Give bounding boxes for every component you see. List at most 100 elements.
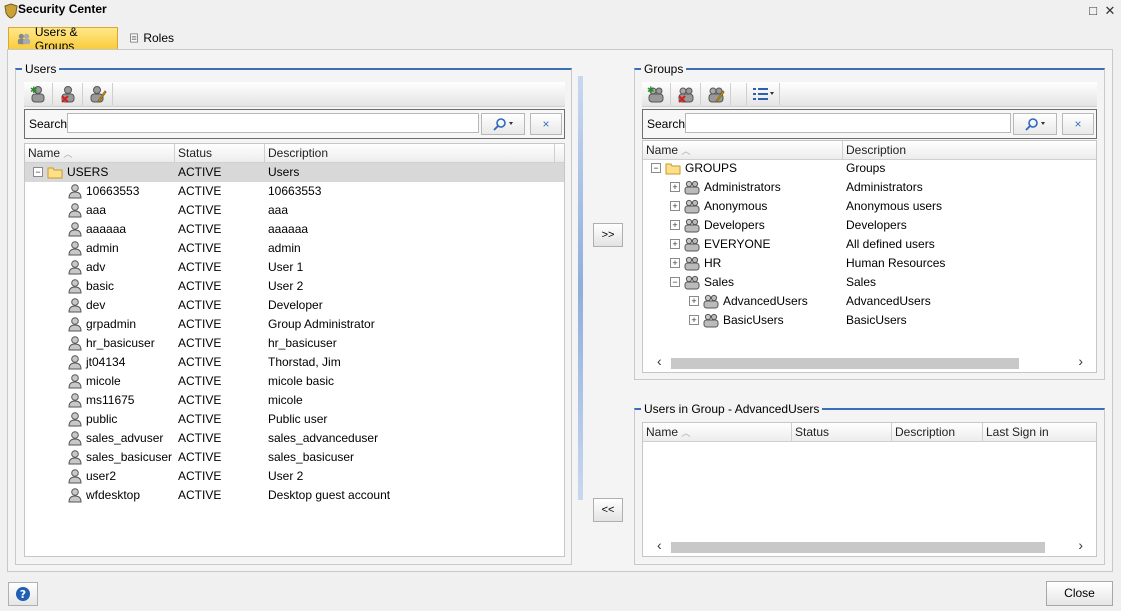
group-name: Sales xyxy=(704,275,735,289)
list-item[interactable]: + BasicUsers BasicUsers xyxy=(643,311,1096,330)
table-row[interactable]: sales_advuser ACTIVE sales_advanceduser xyxy=(25,429,564,448)
members-col-name[interactable]: Name ︿ xyxy=(643,423,792,441)
table-row[interactable]: jt04134 ACTIVE Thorstad, Jim xyxy=(25,353,564,372)
root-description: Users xyxy=(268,165,300,179)
groups-search-label: Search: xyxy=(647,117,689,131)
expand-icon[interactable]: + xyxy=(670,220,680,230)
members-horizontal-scrollbar[interactable]: ‹ › xyxy=(655,537,1085,555)
close-button[interactable]: Close xyxy=(1046,581,1113,606)
expand-icon[interactable]: + xyxy=(689,315,699,325)
users-search-input[interactable] xyxy=(67,113,479,133)
table-row[interactable]: dev ACTIVE Developer xyxy=(25,296,564,315)
users-grid-header: Name ︿ Status Description xyxy=(25,144,564,163)
list-item[interactable]: + AdvancedUsers AdvancedUsers xyxy=(643,292,1096,311)
delete-user-button[interactable] xyxy=(54,83,83,105)
edit-user-icon xyxy=(90,86,107,103)
group-name: Administrators xyxy=(704,180,781,194)
user-status: ACTIVE xyxy=(178,355,222,369)
add-user-button[interactable]: ✱ xyxy=(24,83,53,105)
edit-group-button[interactable] xyxy=(702,83,731,105)
table-row[interactable]: adv ACTIVE User 1 xyxy=(25,258,564,277)
table-row[interactable]: basic ACTIVE User 2 xyxy=(25,277,564,296)
table-row[interactable]: ms11675 ACTIVE micole xyxy=(25,391,564,410)
expand-icon[interactable]: + xyxy=(689,296,699,306)
user-name: user2 xyxy=(86,469,117,483)
groups-col-description[interactable]: Description xyxy=(843,141,1096,159)
groups-clear-search-button[interactable]: × xyxy=(1062,113,1094,135)
list-item[interactable]: + HR Human Resources xyxy=(643,254,1096,273)
expand-icon[interactable]: + xyxy=(670,182,680,192)
user-description: Thorstad, Jim xyxy=(268,355,341,369)
list-item[interactable]: + Administrators Administrators xyxy=(643,178,1096,197)
add-group-button[interactable]: ✱ xyxy=(642,83,671,105)
users-col-status[interactable]: Status xyxy=(175,144,265,162)
list-item[interactable]: − Sales Sales xyxy=(643,273,1096,292)
table-row[interactable]: aaa ACTIVE aaa xyxy=(25,201,564,220)
list-item[interactable]: + Developers Developers xyxy=(643,216,1096,235)
collapse-icon[interactable]: − xyxy=(651,163,661,173)
user-name: admin xyxy=(86,241,119,255)
users-clear-search-button[interactable]: × xyxy=(530,113,562,135)
edit-user-button[interactable] xyxy=(84,83,113,105)
groups-col-name[interactable]: Name ︿ xyxy=(643,141,843,159)
delete-group-icon xyxy=(678,87,694,103)
members-col-last-sign-in[interactable]: Last Sign in xyxy=(983,423,1096,441)
user-status: ACTIVE xyxy=(178,393,222,407)
expand-icon[interactable]: + xyxy=(670,258,680,268)
scroll-right-icon[interactable]: › xyxy=(1078,537,1083,553)
help-button[interactable]: ? xyxy=(8,582,38,606)
list-view-icon xyxy=(753,88,774,100)
members-col-description[interactable]: Description xyxy=(892,423,983,441)
scroll-thumb[interactable] xyxy=(671,358,1019,369)
svg-text:✱: ✱ xyxy=(647,86,655,96)
help-icon: ? xyxy=(16,587,30,601)
group-icon xyxy=(684,199,700,214)
scroll-right-icon[interactable]: › xyxy=(1078,353,1083,369)
groups-toolbar: ✱ xyxy=(642,82,1097,107)
user-icon xyxy=(68,355,82,370)
table-row[interactable]: 10663553 ACTIVE 10663553 xyxy=(25,182,564,201)
collapse-icon[interactable]: − xyxy=(33,167,43,177)
search-icon xyxy=(1025,118,1045,131)
users-search-button[interactable] xyxy=(481,113,525,135)
table-row[interactable]: user2 ACTIVE User 2 xyxy=(25,467,564,486)
user-description: 10663553 xyxy=(268,184,322,198)
list-item[interactable]: + EVERYONE All defined users xyxy=(643,235,1096,254)
user-name: aaa xyxy=(86,203,107,217)
view-options-button[interactable] xyxy=(746,83,780,105)
members-col-status[interactable]: Status xyxy=(792,423,892,441)
user-status: ACTIVE xyxy=(178,336,222,350)
maximize-button[interactable]: □ xyxy=(1086,4,1100,18)
tree-row-groups-root[interactable]: − GROUPS Groups xyxy=(643,159,1096,178)
scroll-thumb[interactable] xyxy=(671,542,1045,553)
add-to-group-button[interactable]: >> xyxy=(593,223,623,247)
table-row[interactable]: hr_basicuser ACTIVE hr_basicuser xyxy=(25,334,564,353)
tab-roles[interactable]: Roles xyxy=(122,27,182,49)
table-row[interactable]: micole ACTIVE micole basic xyxy=(25,372,564,391)
remove-from-group-button[interactable]: << xyxy=(593,498,623,522)
groups-search-button[interactable] xyxy=(1013,113,1057,135)
scroll-left-icon[interactable]: ‹ xyxy=(657,537,662,553)
groups-search-input[interactable] xyxy=(685,113,1011,133)
expand-icon[interactable]: + xyxy=(670,239,680,249)
table-row[interactable]: admin ACTIVE admin xyxy=(25,239,564,258)
scroll-left-icon[interactable]: ‹ xyxy=(657,353,662,369)
expand-icon[interactable]: − xyxy=(670,277,680,287)
tab-users-groups[interactable]: Users & Groups xyxy=(8,25,118,53)
close-window-button[interactable]: ✕ xyxy=(1103,4,1117,18)
delete-group-button[interactable] xyxy=(672,83,701,105)
window-title: Security Center xyxy=(18,2,107,16)
table-row[interactable]: wfdesktop ACTIVE Desktop guest account xyxy=(25,486,564,505)
table-row[interactable]: sales_basicuser ACTIVE sales_basicuser xyxy=(25,448,564,467)
users-col-description[interactable]: Description xyxy=(265,144,555,162)
groups-horizontal-scrollbar[interactable]: ‹ › xyxy=(655,353,1085,371)
tree-row-users-root[interactable]: − USERS ACTIVE Users xyxy=(25,163,564,182)
expand-icon[interactable]: + xyxy=(670,201,680,211)
table-row[interactable]: public ACTIVE Public user xyxy=(25,410,564,429)
panel-splitter[interactable] xyxy=(578,76,583,500)
list-item[interactable]: + Anonymous Anonymous users xyxy=(643,197,1096,216)
users-col-name[interactable]: Name ︿ xyxy=(25,144,175,162)
table-row[interactable]: grpadmin ACTIVE Group Administrator xyxy=(25,315,564,334)
table-row[interactable]: aaaaaa ACTIVE aaaaaa xyxy=(25,220,564,239)
users-toolbar: ✱ xyxy=(24,82,565,107)
